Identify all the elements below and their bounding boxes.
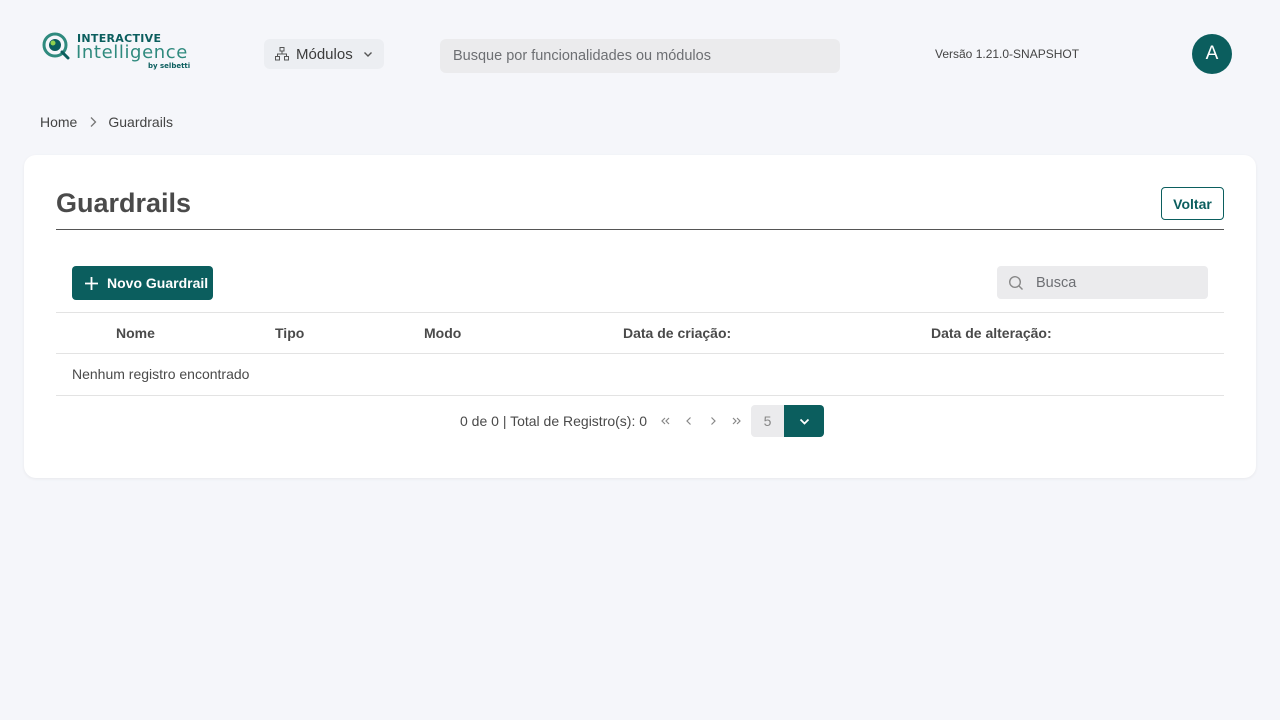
column-header-modo[interactable]: Modo bbox=[424, 325, 461, 341]
pagination: 0 de 0 | Total de Registro(s): 0 5 bbox=[460, 405, 825, 437]
column-header-data-alteracao[interactable]: Data de alteração: bbox=[931, 325, 1052, 341]
chevron-left-icon bbox=[686, 417, 691, 425]
page-size-select[interactable]: 5 bbox=[751, 405, 825, 437]
new-guardrail-button[interactable]: Novo Guardrail bbox=[72, 266, 213, 300]
plus-icon bbox=[85, 276, 98, 290]
back-button[interactable]: Voltar bbox=[1161, 187, 1224, 220]
next-page-button[interactable] bbox=[701, 409, 725, 433]
logo-mark-icon bbox=[42, 32, 70, 60]
column-header-tipo[interactable]: Tipo bbox=[275, 325, 304, 341]
breadcrumb: Home Guardrails bbox=[40, 114, 173, 130]
chevron-down-icon bbox=[363, 52, 372, 57]
user-avatar[interactable]: A bbox=[1192, 34, 1232, 74]
table-header: Nome Tipo Modo Data de criação: Data de … bbox=[56, 312, 1224, 354]
logo-line3: by selbetti bbox=[148, 62, 191, 70]
breadcrumb-home[interactable]: Home bbox=[40, 114, 77, 130]
search-icon bbox=[1008, 275, 1023, 290]
chevron-right-icon bbox=[90, 117, 97, 127]
app-logo[interactable]: INTERACTIVE Intelligence by selbetti bbox=[42, 30, 192, 74]
logo-line2: Intelligence bbox=[76, 42, 188, 63]
column-header-nome[interactable]: Nome bbox=[116, 325, 155, 341]
new-guardrail-label: Novo Guardrail bbox=[107, 275, 209, 291]
chevron-down-icon bbox=[799, 418, 809, 425]
modules-menu-button[interactable]: Módulos bbox=[264, 39, 384, 69]
column-header-data-criacao[interactable]: Data de criação: bbox=[623, 325, 731, 341]
last-page-button[interactable] bbox=[725, 409, 749, 433]
table-row: Nenhum registro encontrado bbox=[56, 354, 1224, 396]
table-search[interactable] bbox=[997, 266, 1208, 299]
empty-message: Nenhum registro encontrado bbox=[72, 366, 250, 382]
sitemap-icon bbox=[275, 47, 289, 61]
page-title: Guardrails bbox=[56, 188, 192, 218]
prev-page-button[interactable] bbox=[677, 409, 701, 433]
page-size-dropdown-button[interactable] bbox=[784, 405, 825, 437]
global-search-input[interactable] bbox=[440, 39, 840, 73]
breadcrumb-current: Guardrails bbox=[108, 114, 173, 130]
chevron-right-icon bbox=[711, 417, 716, 425]
pagination-info: 0 de 0 | Total de Registro(s): 0 bbox=[460, 413, 648, 429]
first-page-button[interactable] bbox=[653, 409, 677, 433]
version-label: Versão 1.21.0-SNAPSHOT bbox=[935, 47, 1080, 61]
double-chevron-right-icon bbox=[732, 417, 741, 425]
guardrails-card: Guardrails Voltar Novo Guardrail Nome Ti… bbox=[24, 155, 1256, 478]
double-chevron-left-icon bbox=[661, 417, 670, 425]
title-divider bbox=[56, 229, 1224, 230]
table-search-input[interactable] bbox=[1036, 274, 1186, 291]
modules-label: Módulos bbox=[296, 45, 353, 63]
page-size-value: 5 bbox=[751, 405, 785, 437]
